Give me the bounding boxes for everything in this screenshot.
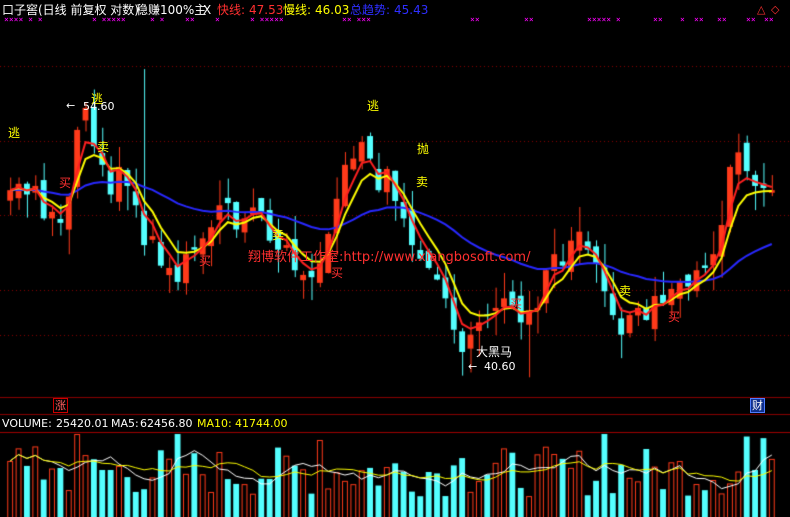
ma10-value: 41744.00 (235, 417, 288, 430)
escape-signal: 逃 (367, 99, 380, 113)
sell-signal: 卖 (97, 140, 110, 154)
sell-signal: 卖 (416, 175, 429, 189)
high-price-label: 54.60 (83, 100, 115, 113)
signal-marks: ×× (746, 15, 756, 24)
sell-signal: 卖 (619, 284, 632, 298)
signal-marks: ×× (717, 15, 727, 24)
signal-marks: × ××××× (92, 15, 126, 24)
high-price-arrow-icon: ← (66, 99, 76, 112)
signal-marks: ×× (185, 15, 195, 24)
ma5-label: MA5: (111, 417, 139, 430)
trend-line-value: 45.43 (394, 3, 429, 17)
signal-marks: × (215, 15, 220, 24)
signal-marks: ×× (653, 15, 663, 24)
ma5-value: 62456.80 (140, 417, 193, 430)
buy-signal: 买 (199, 254, 212, 268)
finance-badge[interactable]: 财 (750, 398, 765, 413)
buy-signal: 买 (59, 176, 72, 190)
fast-line-label: 快线: (217, 3, 246, 17)
dark-horse-label: 大黑马 (476, 345, 513, 359)
signal-marks: ××××× × (587, 15, 621, 24)
signal-marks: ×× (524, 15, 534, 24)
volume-label: VOLUME: (2, 417, 52, 430)
escape-signal: 逃 (8, 126, 21, 140)
signal-marks: ×× (764, 15, 774, 24)
close-indicator-icon[interactable]: X (203, 3, 211, 17)
signal-marks: ×××× × × (4, 15, 43, 24)
buy-signal: 买 (331, 266, 344, 280)
signal-marks: × (680, 15, 685, 24)
signal-marks: ×× (470, 15, 480, 24)
rise-badge[interactable]: 涨 (53, 398, 68, 413)
slow-line-label: 慢线: (283, 3, 312, 17)
signal-marks: ×× (694, 15, 704, 24)
signal-marks: × ××××× (250, 15, 284, 24)
ma10-label: MA10: (197, 417, 232, 430)
buy-signal: 买 (668, 310, 681, 324)
volume-value: 25420.01 (56, 417, 109, 430)
signal-marks: × × (150, 15, 165, 24)
signal-marks: ×× ××× (342, 15, 371, 24)
sell-signal: 卖 (272, 228, 285, 242)
dump-signal: 抛 (417, 142, 430, 156)
buy-signal: 买 (510, 297, 523, 311)
low-price-arrow-icon: ← (468, 360, 478, 373)
watermark-text: 翔博软件工作室:http://www.xiangbosoft.com/ (248, 250, 531, 265)
indicator-name: 稳赚100%主 (136, 3, 207, 17)
low-price-label: 40.60 (484, 360, 516, 373)
